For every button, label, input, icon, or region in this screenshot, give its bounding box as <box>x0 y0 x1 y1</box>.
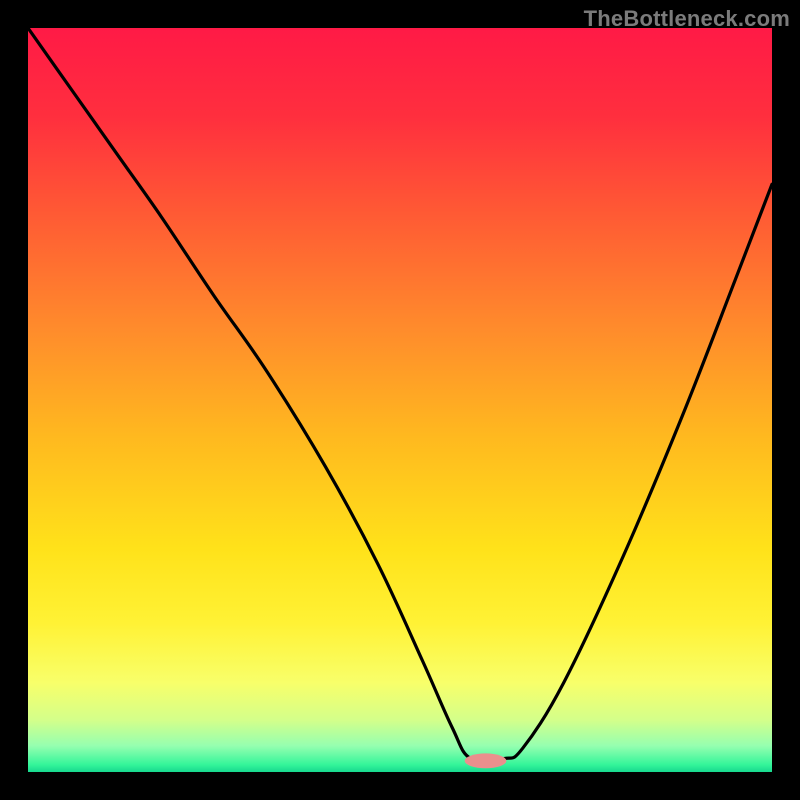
chart-frame: TheBottleneck.com <box>0 0 800 800</box>
bottleneck-curve <box>28 28 772 762</box>
plot-area <box>28 28 772 772</box>
watermark-text: TheBottleneck.com <box>584 6 790 32</box>
optimal-marker <box>465 753 507 768</box>
bottleneck-curve-layer <box>28 28 772 772</box>
